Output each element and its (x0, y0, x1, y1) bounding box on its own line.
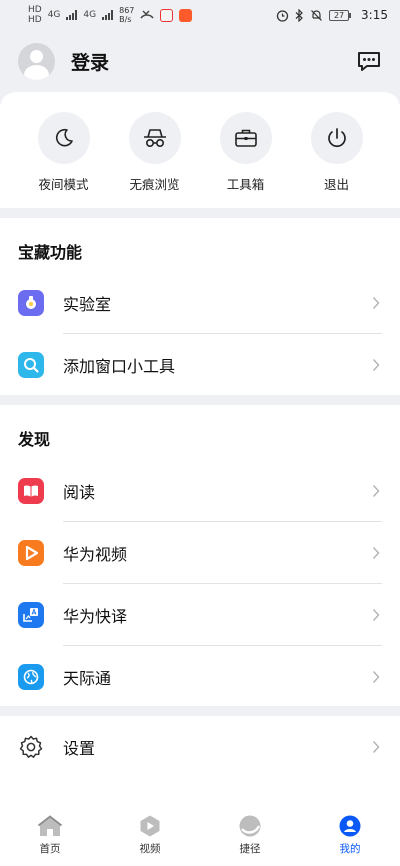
tab-home[interactable]: 首页 (15, 814, 85, 856)
login-link[interactable]: 登录 (71, 48, 109, 75)
tab-video-label: 视频 (139, 843, 161, 855)
power-icon (310, 112, 363, 164)
exit-label: 退出 (323, 177, 349, 192)
sim1-label: HD (28, 4, 42, 15)
video-play-icon (18, 540, 44, 566)
mute-icon (311, 9, 322, 21)
chevron-right-icon (372, 740, 380, 754)
globe-icon (18, 664, 44, 690)
moon-icon (37, 112, 90, 164)
tab-video[interactable]: 视频 (115, 814, 185, 856)
list-item-settings[interactable]: 设置 (0, 716, 400, 778)
list-item-add-widget[interactable]: 添加窗口小工具 (0, 334, 400, 396)
huawei-translate-label: 华为快译 (63, 607, 128, 626)
night-mode-button[interactable]: 夜间模式 (28, 112, 100, 193)
tab-shortcut[interactable]: 捷径 (215, 814, 285, 856)
message-icon[interactable] (356, 48, 382, 74)
speed-value: 867 (119, 6, 135, 15)
chevron-right-icon (372, 546, 380, 560)
translate-icon (18, 602, 44, 628)
add-widget-label: 添加窗口小工具 (63, 357, 176, 376)
user-profile-icon (339, 815, 361, 837)
incognito-button[interactable]: 无痕浏览 (119, 112, 191, 193)
battery-level: 27 (329, 9, 350, 21)
treasure-section: 宝藏功能 实验室 添加窗口小工具 (0, 218, 400, 395)
discover-title: 发现 (18, 430, 51, 449)
treasure-title: 宝藏功能 (18, 243, 83, 262)
tab-mine-label: 我的 (339, 843, 361, 855)
tab-shortcut-label: 捷径 (239, 843, 261, 855)
signal-icon-2 (102, 10, 114, 20)
home-icon (37, 815, 63, 836)
chevron-right-icon (372, 296, 380, 310)
settings-label: 设置 (63, 739, 96, 758)
lab-label: 实验室 (63, 295, 112, 314)
tab-home-label: 首页 (39, 843, 61, 855)
alarm-icon (276, 9, 289, 22)
exit-button[interactable]: 退出 (301, 112, 373, 193)
incognito-label: 无痕浏览 (129, 177, 180, 192)
settings-section: 设置 (0, 716, 400, 806)
network-speed: 867 B/s (119, 6, 134, 24)
clock: 3:15 (361, 8, 388, 22)
discover-section: 发现 阅读 华为视频 华为快译 天际通 (0, 405, 400, 706)
status-bar: HD HD 4G 4G 867 B/s 27 3:15 (0, 0, 400, 30)
bottom-tab-bar: 首页 视频 捷径 我的 (0, 806, 400, 866)
lab-icon (18, 290, 44, 316)
huawei-video-label: 华为视频 (63, 545, 128, 564)
network-type-2: 4G (83, 9, 97, 20)
list-item-huawei-video[interactable]: 华为视频 (0, 522, 400, 584)
reading-label: 阅读 (63, 483, 96, 502)
network-type-1: 4G (47, 9, 61, 20)
book-icon (18, 478, 44, 504)
video-tab-icon (140, 815, 160, 837)
incognito-icon (128, 112, 181, 164)
signal-icon (66, 10, 78, 20)
toolbox-button[interactable]: 工具箱 (210, 112, 282, 193)
toolbox-label: 工具箱 (226, 177, 265, 192)
gear-icon (18, 734, 44, 760)
chevron-right-icon (372, 670, 380, 684)
skytone-label: 天际通 (63, 669, 112, 688)
battery-icon: 27 (329, 9, 352, 21)
avatar[interactable] (18, 42, 55, 80)
list-item-reading[interactable]: 阅读 (0, 460, 400, 522)
speed-unit: B/s (119, 15, 132, 24)
profile-header: 登录 (0, 30, 400, 92)
app-notification-icon (179, 8, 193, 22)
quick-actions-card: 夜间模式 无痕浏览 工具箱 退出 (0, 92, 400, 208)
chevron-right-icon (372, 608, 380, 622)
list-item-huawei-translate[interactable]: 华为快译 (0, 584, 400, 646)
list-item-lab[interactable]: 实验室 (0, 272, 400, 334)
missed-call-icon (140, 10, 155, 19)
widget-search-icon (18, 352, 44, 378)
toolbox-icon (219, 112, 272, 164)
chevron-right-icon (372, 484, 380, 498)
weibo-icon (160, 8, 174, 22)
shortcut-icon (239, 815, 261, 837)
night-mode-label: 夜间模式 (38, 177, 89, 192)
chevron-right-icon (372, 358, 380, 372)
tab-mine[interactable]: 我的 (315, 814, 385, 856)
sim2-label: HD (28, 14, 42, 25)
list-item-skytone[interactable]: 天际通 (0, 646, 400, 708)
bluetooth-icon (295, 8, 303, 22)
